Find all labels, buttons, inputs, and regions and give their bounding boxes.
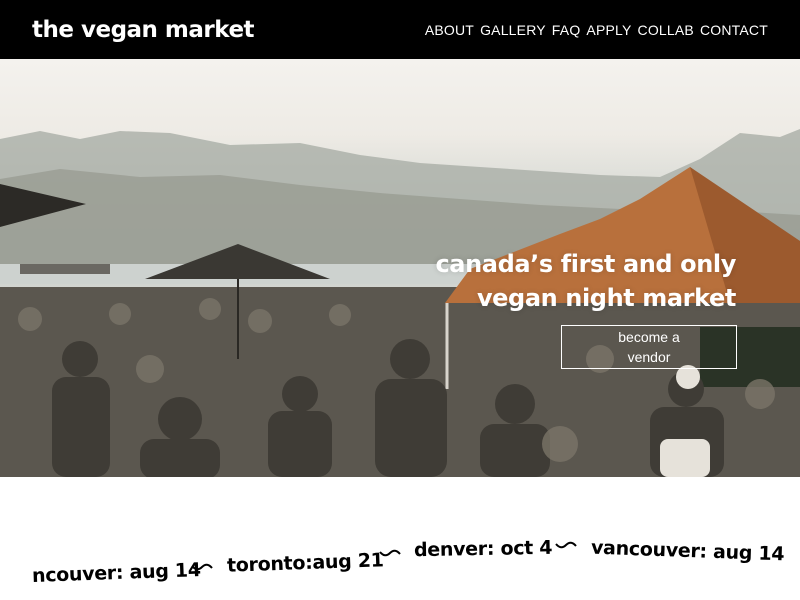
wave-divider-icon bbox=[379, 549, 401, 557]
site-logo[interactable]: the vegan market bbox=[32, 17, 255, 43]
hero-section: canada’s first and only vegan night mark… bbox=[0, 59, 800, 477]
main-nav: ABOUT GALLERY FAQ APPLY COLLAB CONTACT bbox=[425, 22, 768, 38]
hero-heading-line1: canada’s first and only bbox=[435, 250, 736, 278]
ticker-item: denver: oct 4 bbox=[413, 536, 553, 562]
hero-heading-line2: vegan night market bbox=[476, 284, 736, 312]
nav-about-link[interactable]: ABOUT bbox=[425, 22, 474, 38]
nav-contact-link[interactable]: CONTACT bbox=[700, 22, 768, 38]
site-header: the vegan market ABOUT GALLERY FAQ APPLY… bbox=[0, 0, 800, 59]
nav-gallery-link[interactable]: GALLERY bbox=[480, 22, 546, 38]
nav-faq-link[interactable]: FAQ bbox=[552, 22, 581, 38]
wave-divider-icon bbox=[191, 563, 213, 571]
become-vendor-button[interactable]: become a vendor bbox=[561, 325, 737, 369]
wave-divider-icon bbox=[555, 541, 577, 549]
ticker-item: ncouver: aug 14 bbox=[31, 559, 202, 587]
events-ticker: ncouver: aug 14 toronto:aug 21 denver: o… bbox=[0, 520, 800, 600]
ticker-item: vancouver: aug 14 bbox=[590, 536, 785, 566]
nav-apply-link[interactable]: APPLY bbox=[586, 22, 631, 38]
nav-collab-link[interactable]: COLLAB bbox=[638, 22, 694, 38]
ticker-item: toronto:aug 21 bbox=[226, 549, 384, 577]
hero-heading: canada’s first and only vegan night mark… bbox=[435, 247, 736, 315]
